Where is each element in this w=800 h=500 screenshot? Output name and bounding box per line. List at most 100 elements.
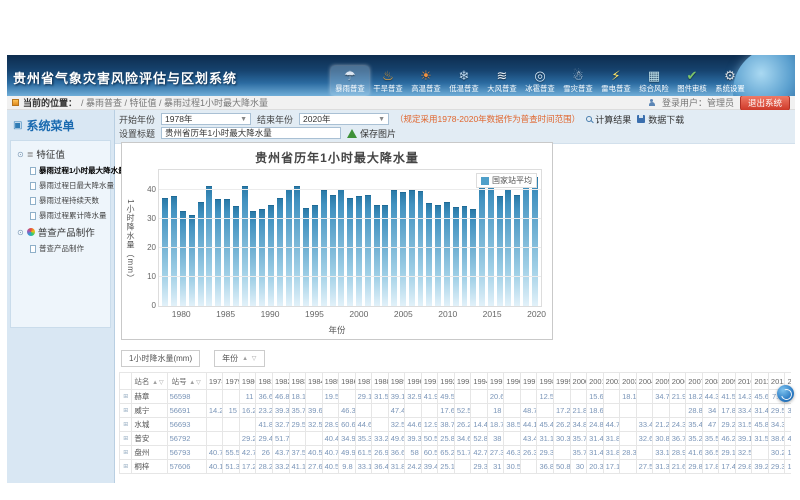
bar-column (530, 170, 539, 306)
table-cell: 32.9 (405, 390, 422, 404)
nav-item-label: 高温普查 (409, 84, 444, 92)
x-tick-label: 1985 (216, 309, 235, 319)
expand-toggle-icon[interactable]: ⊙ (17, 228, 24, 237)
table-cell: 35.1 (785, 404, 791, 418)
bar-column (399, 170, 408, 306)
sidebar-item-label: 普查产品制作 (39, 243, 84, 254)
chart-legend: 国家站平均 (476, 173, 537, 188)
row-expand-icon[interactable]: ⊞ (120, 432, 132, 446)
sort-arrows-icon[interactable]: ▲▽ (149, 380, 164, 386)
top-banner: 贵州省气象灾害风险评估与区划系统 ☂暴雨普查♨干旱普查☀高温普查❄低温普查≋大风… (7, 55, 795, 96)
sidebar-item[interactable]: 暴雨过程持续天数 (13, 193, 108, 208)
bar-2019 (523, 174, 529, 306)
floating-widget-icon[interactable] (777, 385, 794, 402)
table-cell: 36.5 (702, 446, 719, 460)
nav-item-map-review[interactable]: ✔图件审核 (673, 66, 711, 95)
bar-1978 (162, 198, 168, 307)
breadcrumb-bar: 当前的位置： / 暴雨普查 / 特征值 / 暴雨过程1小时最大降水量 登录用户：… (7, 96, 795, 110)
chart-title-input[interactable] (161, 127, 341, 139)
row-expand-icon[interactable]: ⊞ (120, 460, 132, 474)
start-year-value: 1978年 (165, 113, 192, 125)
sort-arrows-icon[interactable]: ▲▽ (187, 380, 202, 386)
bar-column (469, 170, 478, 306)
nav-item-drought[interactable]: ♨干旱普查 (369, 66, 407, 95)
filter-chip-0[interactable]: 1小时降水量(mm) (121, 350, 200, 367)
document-icon (30, 197, 36, 205)
save-image-button[interactable]: 保存图片 (347, 127, 396, 140)
sidebar-header: ▣ 系统菜单 (7, 110, 114, 140)
table-cell: 18.7 (487, 418, 504, 432)
sidebar-item[interactable]: 暴雨过程累计降水量 (13, 208, 108, 223)
row-expand-icon[interactable]: ⊞ (120, 418, 132, 432)
bar-2011 (453, 207, 459, 306)
bar-column (363, 170, 372, 306)
table-cell: 28.2 (256, 460, 273, 474)
nav-item-high-temp[interactable]: ☀高温普查 (407, 66, 445, 95)
year-header-1988: 1988 (372, 373, 389, 390)
table-cell (471, 390, 488, 404)
table-cell: 35.7 (570, 446, 587, 460)
sidebar-group[interactable]: ⊙≣特征值 (13, 145, 108, 163)
table-cell: 17.8 (719, 404, 736, 418)
table-cell (454, 460, 471, 474)
bar-column (355, 170, 364, 306)
station-id-header[interactable]: 站号 ▲▽ (167, 373, 206, 390)
table-cell: 29.5 (768, 404, 785, 418)
table-cell: 43.7 (272, 446, 289, 460)
bar-column (302, 170, 311, 306)
nav-item-low-temp[interactable]: ❄低温普查 (445, 66, 483, 95)
product-icon (27, 228, 35, 236)
chart-title: 贵州省历年1小时最大降水量 (122, 149, 552, 166)
nav-item-risk-calculator[interactable]: ▦综合风险 (635, 66, 673, 95)
table-cell: 45.8 (752, 418, 769, 432)
bar-1979 (171, 196, 177, 306)
row-expand-icon[interactable]: ⊞ (120, 404, 132, 418)
download-button[interactable]: 数据下载 (637, 113, 684, 126)
table-cell: 41.6 (686, 446, 703, 460)
table-cell: 18 (487, 404, 504, 418)
nav-item-hail[interactable]: ◎冰雹普查 (521, 66, 559, 95)
sidebar-item[interactable]: 暴雨过程1小时最大降水量 (13, 163, 108, 178)
table-cell: 46.3 (339, 404, 356, 418)
table-cell: 33.4 (636, 418, 653, 432)
bar-1993 (294, 186, 300, 306)
save-disk-icon (637, 115, 645, 123)
nav-item-snow-disaster[interactable]: ☃雪灾普查 (559, 66, 597, 95)
end-year-select[interactable]: 2020年 ▼ (299, 113, 389, 125)
bar-1984 (215, 199, 221, 306)
document-icon (30, 167, 36, 175)
year-header-2005: 2005 (653, 373, 670, 390)
nav-item-settings[interactable]: ⚙系统设置 (711, 66, 749, 95)
logout-button[interactable]: 退出系统 (740, 95, 790, 111)
table-cell: 26 (256, 446, 273, 460)
table-cell: 58 (405, 446, 422, 460)
year-header-1983: 1983 (289, 373, 306, 390)
table-cell: 39.3 (272, 404, 289, 418)
row-expand-icon[interactable]: ⊞ (120, 390, 132, 404)
table-cell: 60.6 (339, 418, 356, 432)
nav-item-rainstorm[interactable]: ☂暴雨普查 (331, 66, 369, 95)
year-header-1992: 1992 (438, 373, 455, 390)
sidebar-item[interactable]: 普查产品制作 (13, 241, 108, 256)
start-year-select[interactable]: 1978年 ▼ (161, 113, 251, 125)
sidebar-item[interactable]: 暴雨过程日最大降水量 (13, 178, 108, 193)
bar-2015 (488, 180, 494, 306)
row-expand-icon[interactable]: ⊞ (120, 446, 132, 460)
filter-chip-1[interactable]: 年份▲ ▽ (214, 350, 265, 367)
table-cell (206, 390, 223, 404)
expand-toggle-icon[interactable]: ⊙ (17, 150, 24, 159)
bar-2001 (365, 195, 371, 306)
nav-item-lightning[interactable]: ⚡雷电普查 (597, 66, 635, 95)
y-axis-label: 1小时降水量（mm） (125, 199, 136, 283)
grid-line (159, 247, 541, 248)
table-cell: 15 (223, 404, 240, 418)
table-cell: 9.8 (339, 460, 356, 474)
table-cell: 18.2 (686, 390, 703, 404)
sidebar-group[interactable]: ⊙普查产品制作 (13, 223, 108, 241)
nav-item-wind[interactable]: ≋大风普查 (483, 66, 521, 95)
calculate-button[interactable]: 计算结果 (586, 113, 631, 126)
station-name-header[interactable]: 站名 ▲▽ (132, 373, 167, 390)
content-area: ▣ 系统菜单 ⊙≣特征值暴雨过程1小时最大降水量暴雨过程日最大降水量暴雨过程持续… (7, 110, 795, 483)
bar-1983 (206, 186, 212, 306)
sort-arrows-icon[interactable]: ▲ ▽ (242, 355, 257, 362)
